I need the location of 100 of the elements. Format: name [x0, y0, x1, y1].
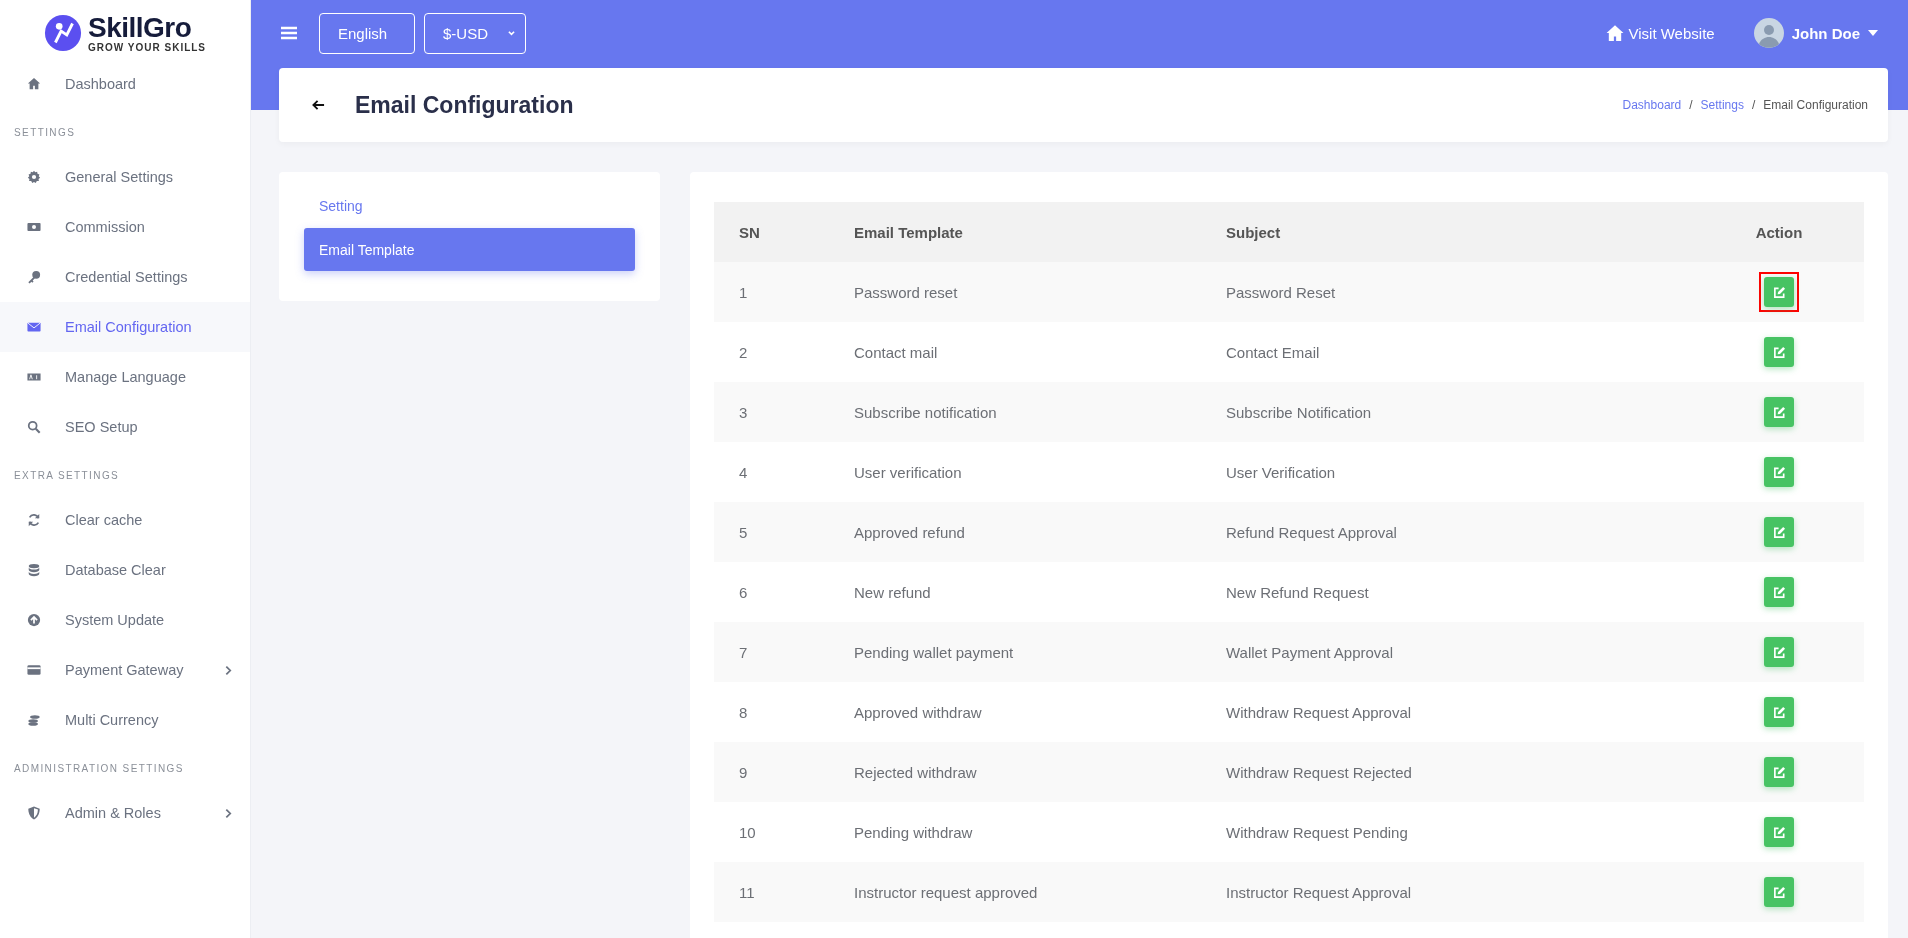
table-cell: Subscribe notification [829, 382, 1201, 442]
edit-button[interactable] [1764, 397, 1794, 427]
sidebar-item[interactable]: Manage Language [0, 352, 250, 402]
edit-button[interactable] [1764, 337, 1794, 367]
table-cell: Instructor Request Approval [1201, 862, 1694, 922]
sidebar-item[interactable]: Commission [0, 202, 250, 252]
home-icon [1604, 24, 1625, 42]
section-heading: ADMINISTRATION SETTINGS [13, 762, 185, 776]
brand-tagline: GROW YOUR SKILLS [88, 42, 207, 53]
edit-icon [1772, 465, 1786, 479]
table-cell: 8 [714, 682, 829, 742]
settings-tab[interactable]: Email Template [304, 228, 635, 271]
key-icon [27, 270, 41, 284]
home-icon [27, 77, 41, 91]
table-cell: New refund [829, 562, 1201, 622]
sidebar-item[interactable]: SEO Setup [0, 402, 250, 452]
caret-icon [508, 30, 515, 36]
table-cell: Withdraw Request Approval [1201, 682, 1694, 742]
table-cell: 10 [714, 802, 829, 862]
table-cell: Pending wallet payment [829, 622, 1201, 682]
table-cell: Contact Email [1201, 322, 1694, 382]
edit-icon [1772, 405, 1786, 419]
envelope-icon [27, 320, 41, 334]
search-icon [27, 420, 41, 434]
table-cell: Contact mail [829, 322, 1201, 382]
edit-button[interactable] [1764, 457, 1794, 487]
refresh-icon [27, 513, 41, 527]
brand-name: SkillGro [88, 13, 193, 42]
table-cell: 4 [714, 442, 829, 502]
language-dropdown[interactable]: English [319, 12, 415, 54]
sidebar-item[interactable]: Multi Currency [0, 695, 250, 745]
sidebar-item[interactable]: General Settings [0, 152, 250, 202]
edit-button[interactable] [1764, 877, 1794, 907]
section-heading: EXTRA SETTINGS [13, 469, 121, 483]
sidebar-item[interactable]: System Update [0, 595, 250, 645]
currency-dropdown[interactable]: $-USD [424, 12, 526, 54]
edit-icon [1772, 765, 1786, 779]
upload-icon [27, 613, 41, 627]
table-cell: 7 [714, 622, 829, 682]
breadcrumb-link[interactable]: Settings [1700, 98, 1744, 112]
avatar-icon[interactable] [1753, 18, 1784, 48]
breadcrumb-current: Email Configuration [1763, 98, 1868, 112]
edit-button[interactable] [1764, 577, 1794, 607]
edit-button[interactable] [1764, 757, 1794, 787]
column-header: Email Template [829, 202, 1201, 262]
cash-icon [27, 220, 41, 234]
edit-button[interactable] [1764, 637, 1794, 667]
sidebar-item[interactable]: Email Configuration [0, 302, 250, 352]
sidebar-item[interactable]: Dashboard [0, 59, 250, 109]
table-cell: Password Reset [1201, 262, 1694, 322]
gear-icon [27, 170, 41, 184]
sidebar-item[interactable]: Credential Settings [0, 252, 250, 302]
chevron-right-icon [225, 807, 232, 819]
edit-icon [1772, 585, 1786, 599]
menu-icon[interactable] [281, 26, 297, 40]
shield-icon [27, 806, 41, 820]
edit-button[interactable] [1764, 817, 1794, 847]
table-cell: User verification [829, 442, 1201, 502]
breadcrumb-link[interactable]: Dashboard [1622, 98, 1682, 112]
sidebar-item[interactable]: Admin & Roles [0, 788, 250, 838]
edit-button[interactable] [1764, 697, 1794, 727]
table-cell: Approved refund [829, 502, 1201, 562]
table-cell: Rejected withdraw [829, 742, 1201, 802]
column-header: Action [1694, 202, 1864, 262]
breadcrumb-separator: / [1751, 98, 1756, 112]
edit-icon [1772, 285, 1786, 299]
table-cell: Wallet Payment Approval [1201, 622, 1694, 682]
table-cell: 3 [714, 382, 829, 442]
table-cell: Password reset [829, 262, 1201, 322]
settings-tab[interactable]: Setting [304, 194, 635, 218]
sidebar-item[interactable]: Database Clear [0, 545, 250, 595]
table-cell: 5 [714, 502, 829, 562]
section-heading: SETTINGS [13, 126, 77, 140]
table-cell: Instructor request approved [829, 862, 1201, 922]
user-menu[interactable]: John Doe [1791, 24, 1878, 42]
database-icon [27, 563, 41, 577]
table-cell: 2 [714, 322, 829, 382]
coins-icon [27, 713, 41, 727]
sidebar-item[interactable]: Payment Gateway [0, 645, 250, 695]
edit-icon [1772, 885, 1786, 899]
table-cell: Approved withdraw [829, 682, 1201, 742]
column-header: Subject [1201, 202, 1694, 262]
table-cell: Subscribe Notification [1201, 382, 1694, 442]
edit-icon [1772, 705, 1786, 719]
logo-icon [44, 14, 82, 52]
table-cell: 1 [714, 262, 829, 322]
table-cell: New Refund Request [1201, 562, 1694, 622]
visit-website-link[interactable]: Visit Website [1604, 24, 1715, 42]
edit-icon [1772, 645, 1786, 659]
caret-icon [1868, 30, 1878, 36]
table-cell: User Verification [1201, 442, 1694, 502]
edit-icon [1772, 525, 1786, 539]
breadcrumb-separator: / [1689, 98, 1693, 112]
back-arrow-icon[interactable] [312, 99, 325, 111]
table-cell: 6 [714, 562, 829, 622]
edit-button[interactable] [1764, 517, 1794, 547]
sidebar-item[interactable]: Clear cache [0, 495, 250, 545]
chevron-right-icon [225, 664, 232, 676]
table-cell: Withdraw Request Pending [1201, 802, 1694, 862]
edit-icon [1772, 345, 1786, 359]
